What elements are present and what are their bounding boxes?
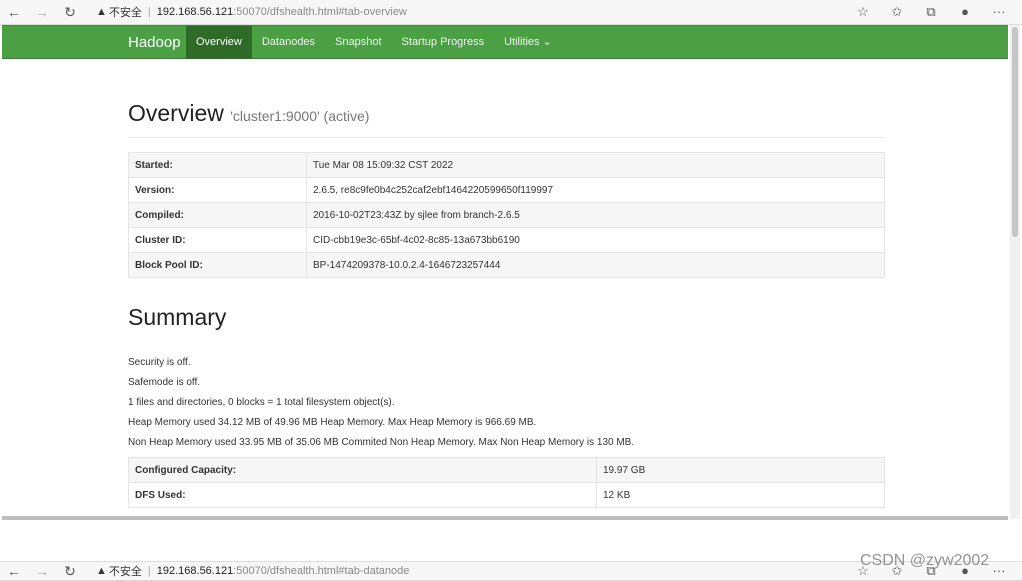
summary-line: Safemode is off. xyxy=(128,377,201,388)
row-value: 2016-10-02T23:43Z by sjlee from branch-2… xyxy=(306,202,885,228)
warning-icon: ▲ xyxy=(96,565,107,577)
row-key: Block Pool ID: xyxy=(128,252,307,278)
brand-logo[interactable]: Hadoop xyxy=(128,34,181,51)
row-value: BP-1474209378-10.0.2.4-1646723257444 xyxy=(306,252,885,278)
main-content: Overview 'cluster1:9000' (active) Starte… xyxy=(128,60,885,508)
favorite-add-icon[interactable]: ☆ xyxy=(848,4,878,20)
address-bar[interactable]: ▲ 不安全 | 192.168.56.121 :50070/dfshealth.… xyxy=(96,4,848,20)
capacity-table: Configured Capacity: 19.97 GB DFS Used: 12… xyxy=(128,457,885,508)
horizontal-scrollbar[interactable] xyxy=(2,516,1008,520)
reload-icon[interactable]: ↻ xyxy=(56,4,84,21)
table-row: DFS Used: 12 KB xyxy=(128,482,885,508)
address-path: :50070/dfshealth.html#tab-datanode xyxy=(233,565,410,577)
summary-line: Heap Memory used 34.12 MB of 49.96 MB He… xyxy=(128,417,537,428)
table-row: Configured Capacity: 19.97 GB xyxy=(128,457,885,483)
table-row: Cluster ID: CID-cbb19e3c-65bf-4c02-8c85-1… xyxy=(128,227,885,253)
overview-heading: Overview 'cluster1:9000' (active) xyxy=(128,100,885,127)
summary-line: 1 files and directories, 0 blocks = 1 to… xyxy=(128,397,395,408)
summary-line: Security is off. xyxy=(128,357,191,368)
insecure-label: 不安全 xyxy=(108,7,142,19)
overview-title: Overview xyxy=(128,100,224,126)
forward-icon[interactable]: → xyxy=(28,4,56,20)
nav-overview[interactable]: Overview xyxy=(186,26,252,59)
address-separator: | xyxy=(147,6,151,18)
summary-lines: Security is off. Safemode is off. 1 file… xyxy=(128,357,885,457)
back-icon[interactable]: ← xyxy=(0,4,28,20)
nav-snapshot[interactable]: Snapshot xyxy=(325,26,391,59)
row-key: Version: xyxy=(128,177,307,203)
address-bar[interactable]: ▲ 不安全 | 192.168.56.121 :50070/dfshealth.… xyxy=(96,563,848,579)
divider xyxy=(128,137,885,138)
row-key: Configured Capacity: xyxy=(128,457,597,483)
collections-icon[interactable]: ⧉ xyxy=(916,4,946,20)
table-row: Started: Tue Mar 08 15:09:32 CST 2022 xyxy=(128,152,885,178)
overview-table: Started: Tue Mar 08 15:09:32 CST 2022 Ver… xyxy=(128,152,885,278)
address-separator: | xyxy=(147,565,151,577)
watermark: CSDN @zyw2002 xyxy=(860,552,990,569)
row-value: Tue Mar 08 15:09:32 CST 2022 xyxy=(306,152,885,178)
row-key: Compiled: xyxy=(128,202,307,228)
reload-icon[interactable]: ↻ xyxy=(56,563,84,580)
table-row: Version: 2.6.5, re8c9fe0b4c252caf2ebf1464… xyxy=(128,177,885,203)
table-row: Compiled: 2016-10-02T23:43Z by sjlee from… xyxy=(128,202,885,228)
row-value: 12 KB xyxy=(596,482,885,508)
summary-line: Non Heap Memory used 33.95 MB of 35.06 M… xyxy=(128,437,635,448)
profile-icon[interactable]: ● xyxy=(950,4,980,20)
row-value: CID-cbb19e3c-65bf-4c02-8c85-13a673bb6190 xyxy=(306,227,885,253)
address-host: 192.168.56.121 xyxy=(156,565,234,577)
row-value: 19.97 GB xyxy=(596,457,885,483)
overview-subtitle: 'cluster1:9000' (active) xyxy=(230,108,370,124)
forward-icon[interactable]: → xyxy=(28,563,56,579)
vertical-scrollbar[interactable] xyxy=(1010,25,1020,519)
row-key: Cluster ID: xyxy=(128,227,307,253)
row-value: 2.6.5, re8c9fe0b4c252caf2ebf146422059965… xyxy=(306,177,885,203)
warning-icon: ▲ xyxy=(96,6,107,18)
row-key: Started: xyxy=(128,152,307,178)
back-icon[interactable]: ← xyxy=(0,563,28,579)
scroll-thumb[interactable] xyxy=(1012,27,1018,237)
address-host: 192.168.56.121 xyxy=(156,6,234,18)
nav-datanodes[interactable]: Datanodes xyxy=(252,26,325,59)
more-icon[interactable]: ··· xyxy=(984,4,1014,20)
browser-toolbar: ← → ↻ ▲ 不安全 | 192.168.56.121 :50070/dfsh… xyxy=(0,0,1022,25)
row-key: DFS Used: xyxy=(128,482,597,508)
summary-title: Summary xyxy=(128,304,227,330)
nav-utilities[interactable]: Utilities ⌄ xyxy=(494,26,562,59)
favorites-icon[interactable]: ✩ xyxy=(882,4,912,20)
table-row: Block Pool ID: BP-1474209378-10.0.2.4-164… xyxy=(128,252,885,278)
nav-startup-progress[interactable]: Startup Progress xyxy=(392,26,495,59)
address-path: :50070/dfshealth.html#tab-overview xyxy=(233,6,407,18)
insecure-label: 不安全 xyxy=(108,566,142,578)
hadoop-navbar: Hadoop Overview Datanodes Snapshot Start… xyxy=(2,25,1008,59)
